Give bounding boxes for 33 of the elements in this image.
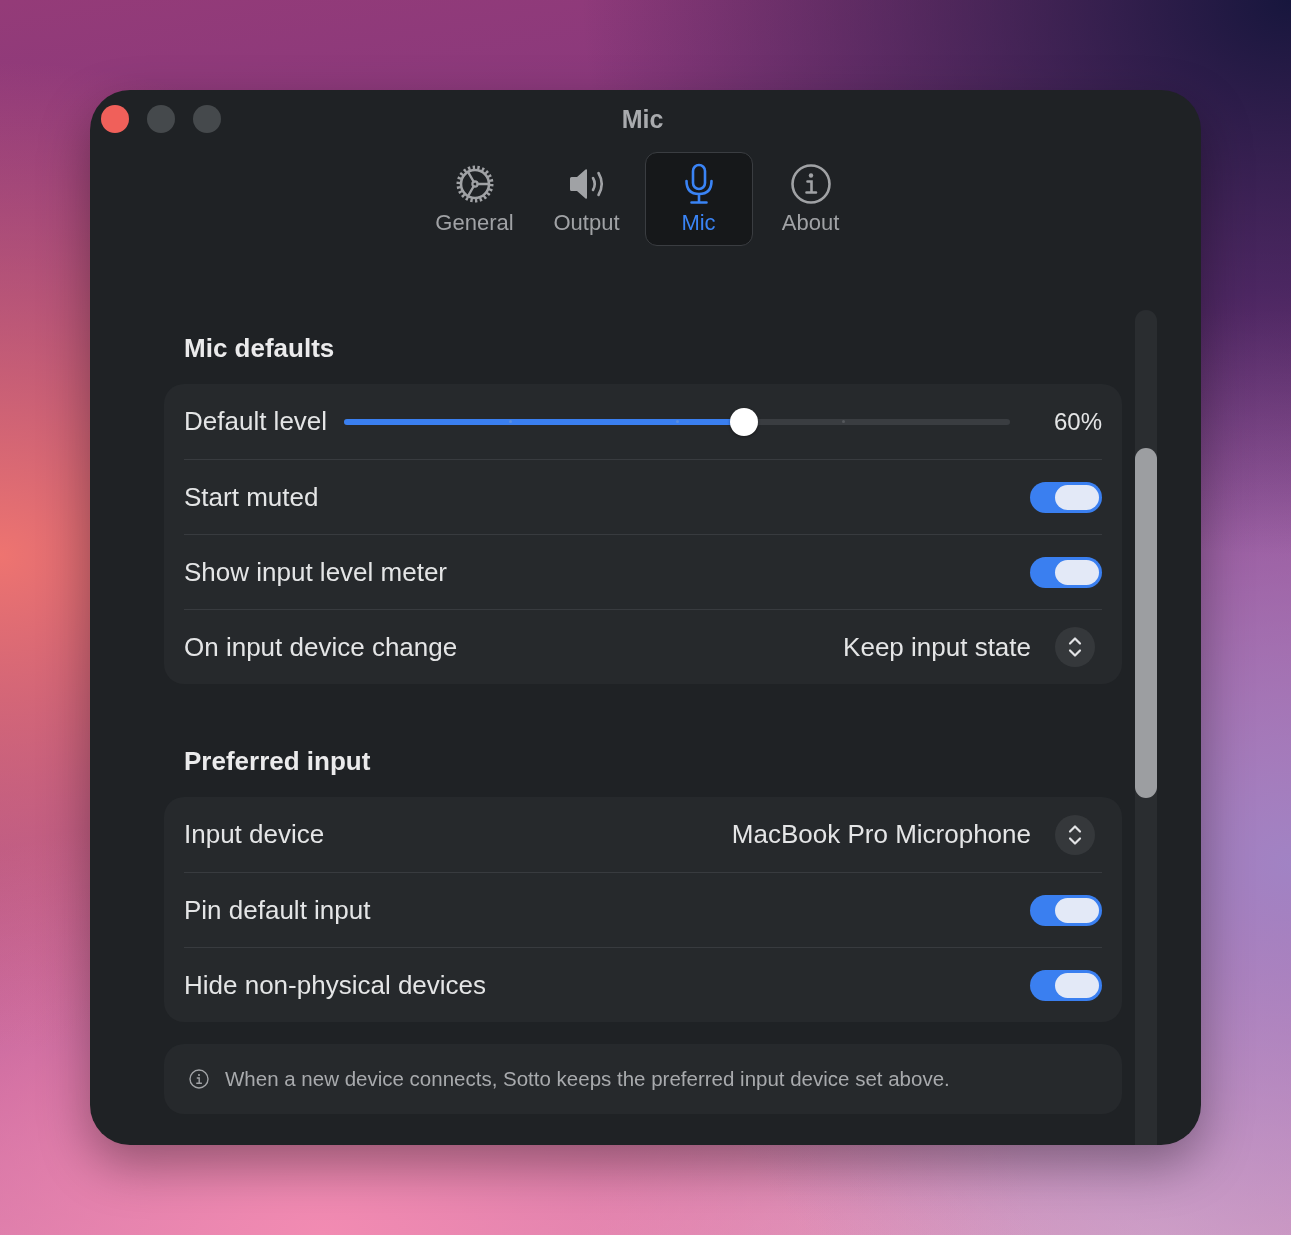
close-button[interactable]	[101, 105, 129, 133]
info-icon	[788, 162, 833, 206]
toggle-switch[interactable]	[1030, 969, 1102, 1001]
setting-label: Hide non-physical devices	[184, 969, 487, 1001]
toggle-switch[interactable]	[1030, 894, 1102, 926]
slider-thumb[interactable]	[729, 407, 758, 436]
popup-button[interactable]: MacBook Pro Microphone	[731, 814, 1095, 855]
tick-mark-icon	[509, 420, 513, 423]
toggle-switch[interactable]	[1030, 556, 1102, 588]
level-slider[interactable]	[344, 407, 1010, 436]
up-down-chevron-icon	[1055, 814, 1095, 855]
note-text: When a new device connects, Sotto keeps the preferred input device set above.	[225, 1067, 950, 1091]
tab[interactable]: Output	[532, 152, 641, 246]
tab[interactable]: Mic	[644, 152, 753, 246]
setting-label: Start muted	[184, 481, 319, 513]
tab[interactable]: About	[756, 152, 865, 246]
popup-button[interactable]: Keep input state	[843, 627, 1095, 667]
window-title: Mic	[621, 104, 665, 134]
setting-label: Input device	[184, 819, 325, 850]
up-down-chevron-icon	[1055, 627, 1095, 667]
setting-label: Show input level meter	[184, 556, 448, 588]
section-heading: Preferred input	[183, 746, 372, 776]
scrollbar-thumb[interactable]	[1135, 448, 1157, 798]
tab[interactable]: General	[420, 152, 529, 246]
toggle-switch[interactable]	[1030, 481, 1102, 513]
info-icon	[189, 1069, 209, 1089]
level-reading: 60%	[1053, 407, 1102, 436]
scrollbar-track[interactable]	[1135, 310, 1157, 1145]
section-heading: Mic defaults	[183, 333, 336, 363]
setting-label: Pin default input	[184, 894, 371, 926]
setting-label: On input device change	[184, 631, 458, 663]
tick-mark-icon	[675, 420, 679, 423]
setting-label: Default level	[184, 406, 328, 437]
